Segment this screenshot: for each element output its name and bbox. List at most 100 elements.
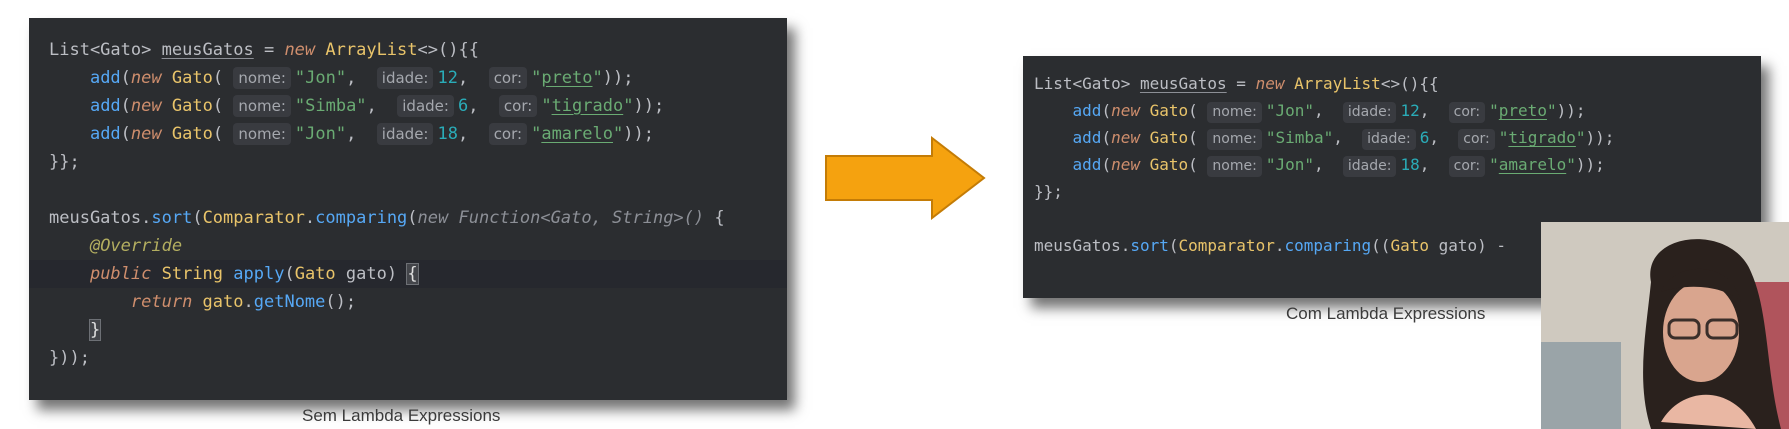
code-text: , xyxy=(346,124,377,144)
class-name: gato xyxy=(202,292,244,312)
method-name: sort xyxy=(151,208,193,228)
method-name: sort xyxy=(1130,236,1169,255)
parameter-name: gato xyxy=(345,264,387,284)
parameter-hint: idade: xyxy=(1342,102,1397,123)
parameter-hint: cor: xyxy=(1448,156,1486,177)
greyed-code: Function<Gato, String>() xyxy=(458,208,715,228)
string-literal: " xyxy=(1546,101,1557,120)
string-literal: " xyxy=(531,124,542,144)
method-name: apply xyxy=(233,264,285,284)
code-text: . xyxy=(304,208,316,228)
code-text: ( xyxy=(212,68,234,88)
parameter-hint: idade: xyxy=(1342,156,1397,177)
number-literal: 6 xyxy=(1419,128,1430,147)
code-text: )); xyxy=(602,68,634,88)
code-text: ( xyxy=(1188,155,1208,174)
string-literal: "Jon" xyxy=(1265,155,1314,174)
parameter-hint: idade: xyxy=(1362,129,1416,150)
code-text: (); xyxy=(325,292,357,312)
code-text: ( xyxy=(1188,128,1208,147)
code-text: ( xyxy=(1188,101,1208,120)
parameter-hint: nome: xyxy=(1207,129,1262,150)
variable-name: meusGatos xyxy=(1139,74,1227,93)
variable-name: meusGatos xyxy=(161,40,254,60)
code-text: , xyxy=(457,124,489,144)
parameter-hint: idade: xyxy=(376,123,434,145)
code-line: meusGatos.sort(Comparator.comparing(new … xyxy=(29,204,787,232)
code-text: )); xyxy=(1575,155,1605,174)
code-text: })); xyxy=(49,348,90,368)
code-line: List<Gato> meusGatos = new ArrayList<>()… xyxy=(1023,70,1761,97)
parameter-hint: cor: xyxy=(488,67,528,89)
string-literal: tigrado xyxy=(1508,128,1576,147)
code-panel-without-lambda: List<Gato> meusGatos = new ArrayList<>()… xyxy=(29,18,787,400)
code-text: ( xyxy=(407,208,418,228)
class-name: Gato xyxy=(171,124,213,144)
parameter-name: gato xyxy=(1438,236,1478,255)
code-line: List<Gato> meusGatos = new ArrayList<>()… xyxy=(29,36,787,64)
code-text: ( xyxy=(192,208,203,228)
code-text: ( xyxy=(120,96,131,116)
code-text: ( xyxy=(212,124,234,144)
code-text: )); xyxy=(623,124,654,144)
class-name: ArrayList xyxy=(325,40,418,60)
keyword: new xyxy=(1255,74,1295,93)
code-text: = xyxy=(253,40,285,60)
code-text: ( xyxy=(120,124,131,144)
parameter-hint: nome: xyxy=(1207,102,1262,123)
keyword: new xyxy=(130,96,172,116)
class-name: ArrayList xyxy=(1294,74,1381,93)
code-text: ( xyxy=(1101,155,1112,174)
keyword: return xyxy=(130,292,203,312)
class-name: Gato xyxy=(1149,101,1189,120)
method-name: comparing xyxy=(1284,236,1372,255)
string-literal: " xyxy=(612,124,624,144)
keyword: public xyxy=(89,264,162,284)
code-line: add(new Gato( nome: "Jon", idade: 12, cor:… xyxy=(1023,97,1761,124)
matched-brace: } xyxy=(88,319,102,341)
code-text: , xyxy=(1419,155,1449,174)
parameter-hint: cor: xyxy=(488,123,528,145)
string-literal: " xyxy=(541,96,552,116)
code-line: })); xyxy=(29,344,787,372)
string-literal: " xyxy=(531,68,542,88)
class-name: Gato xyxy=(171,68,213,88)
code-line: }}; xyxy=(1023,178,1761,205)
code-line: }}; xyxy=(29,148,787,176)
string-literal: amarelo xyxy=(1498,155,1567,174)
matched-brace: { xyxy=(406,263,419,285)
code-line: add(new Gato( nome: "Jon", idade: 12, cor:… xyxy=(29,64,787,92)
code-text: , xyxy=(346,68,377,88)
class-name: Comparator xyxy=(1178,236,1275,255)
keyword: new xyxy=(1111,128,1150,147)
presenter-photo xyxy=(1541,222,1789,429)
code-text: )); xyxy=(633,96,665,116)
code-text: = xyxy=(1226,74,1256,93)
code-text: (( xyxy=(1371,236,1391,255)
string-literal: "Simba" xyxy=(294,96,367,116)
string-literal: "Simba" xyxy=(1265,128,1334,147)
number-literal: 12 xyxy=(437,68,458,88)
type-name: List<Gato> xyxy=(49,40,162,60)
parameter-hint: nome: xyxy=(1207,156,1262,177)
code-line: add(new Gato( nome: "Simba", idade: 6, cor… xyxy=(29,92,787,120)
method-name: comparing xyxy=(315,208,408,228)
string-literal: preto xyxy=(541,68,593,88)
method-name: add xyxy=(89,68,121,88)
number-literal: 18 xyxy=(1400,155,1420,174)
code-text: meusGatos. xyxy=(49,208,152,228)
parameter-hint: nome: xyxy=(233,123,291,145)
class-name: Gato xyxy=(1390,236,1439,255)
code-text: ( xyxy=(1168,236,1179,255)
class-name: Gato xyxy=(1149,128,1189,147)
code-line: public String apply(Gato gato) { xyxy=(29,260,787,288)
code-text: <>(){{ xyxy=(1380,74,1439,93)
keyword: new xyxy=(284,40,326,60)
right-arrow-icon xyxy=(825,136,986,220)
